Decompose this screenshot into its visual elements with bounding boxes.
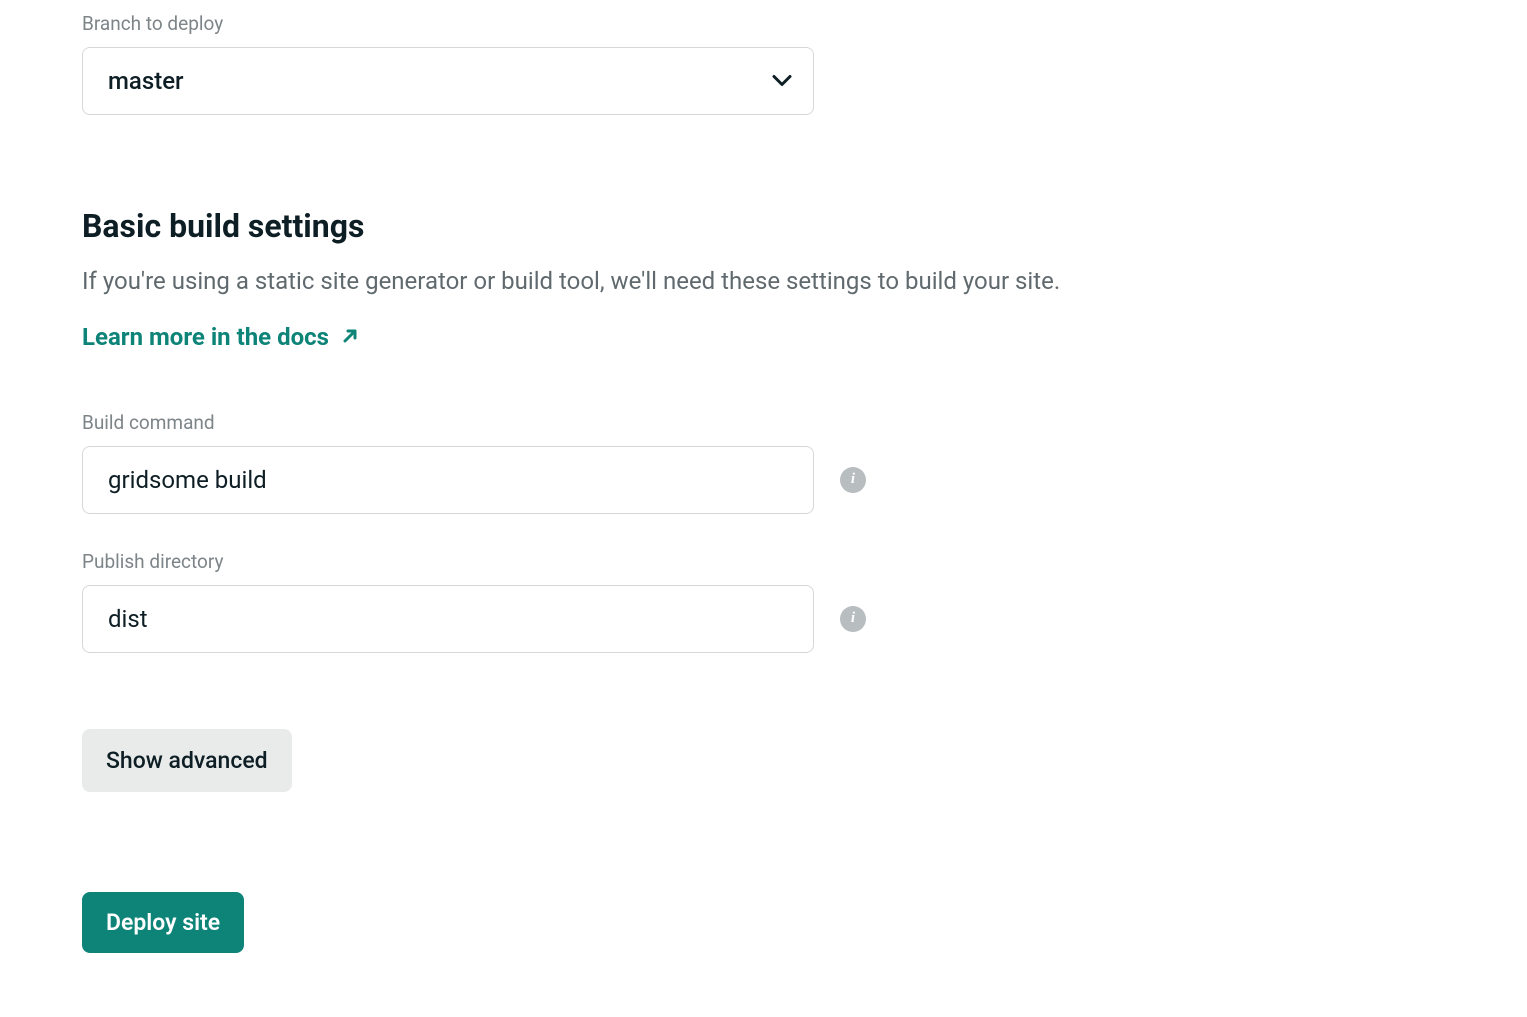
info-icon[interactable]: i <box>840 467 866 493</box>
deploy-site-button[interactable]: Deploy site <box>82 892 244 953</box>
branch-label: Branch to deploy <box>82 12 1445 35</box>
docs-link-text: Learn more in the docs <box>82 323 329 351</box>
show-advanced-button[interactable]: Show advanced <box>82 729 292 792</box>
build-settings-description: If you're using a static site generator … <box>82 265 1445 299</box>
build-command-label: Build command <box>82 411 1445 434</box>
build-settings-heading: Basic build settings <box>82 207 1445 245</box>
info-icon[interactable]: i <box>840 606 866 632</box>
docs-link[interactable]: Learn more in the docs <box>82 323 359 351</box>
external-link-arrow-icon <box>341 323 359 351</box>
publish-directory-label: Publish directory <box>82 550 1445 573</box>
publish-directory-input[interactable] <box>82 585 814 653</box>
branch-select[interactable]: master <box>82 47 814 115</box>
build-command-input[interactable] <box>82 446 814 514</box>
